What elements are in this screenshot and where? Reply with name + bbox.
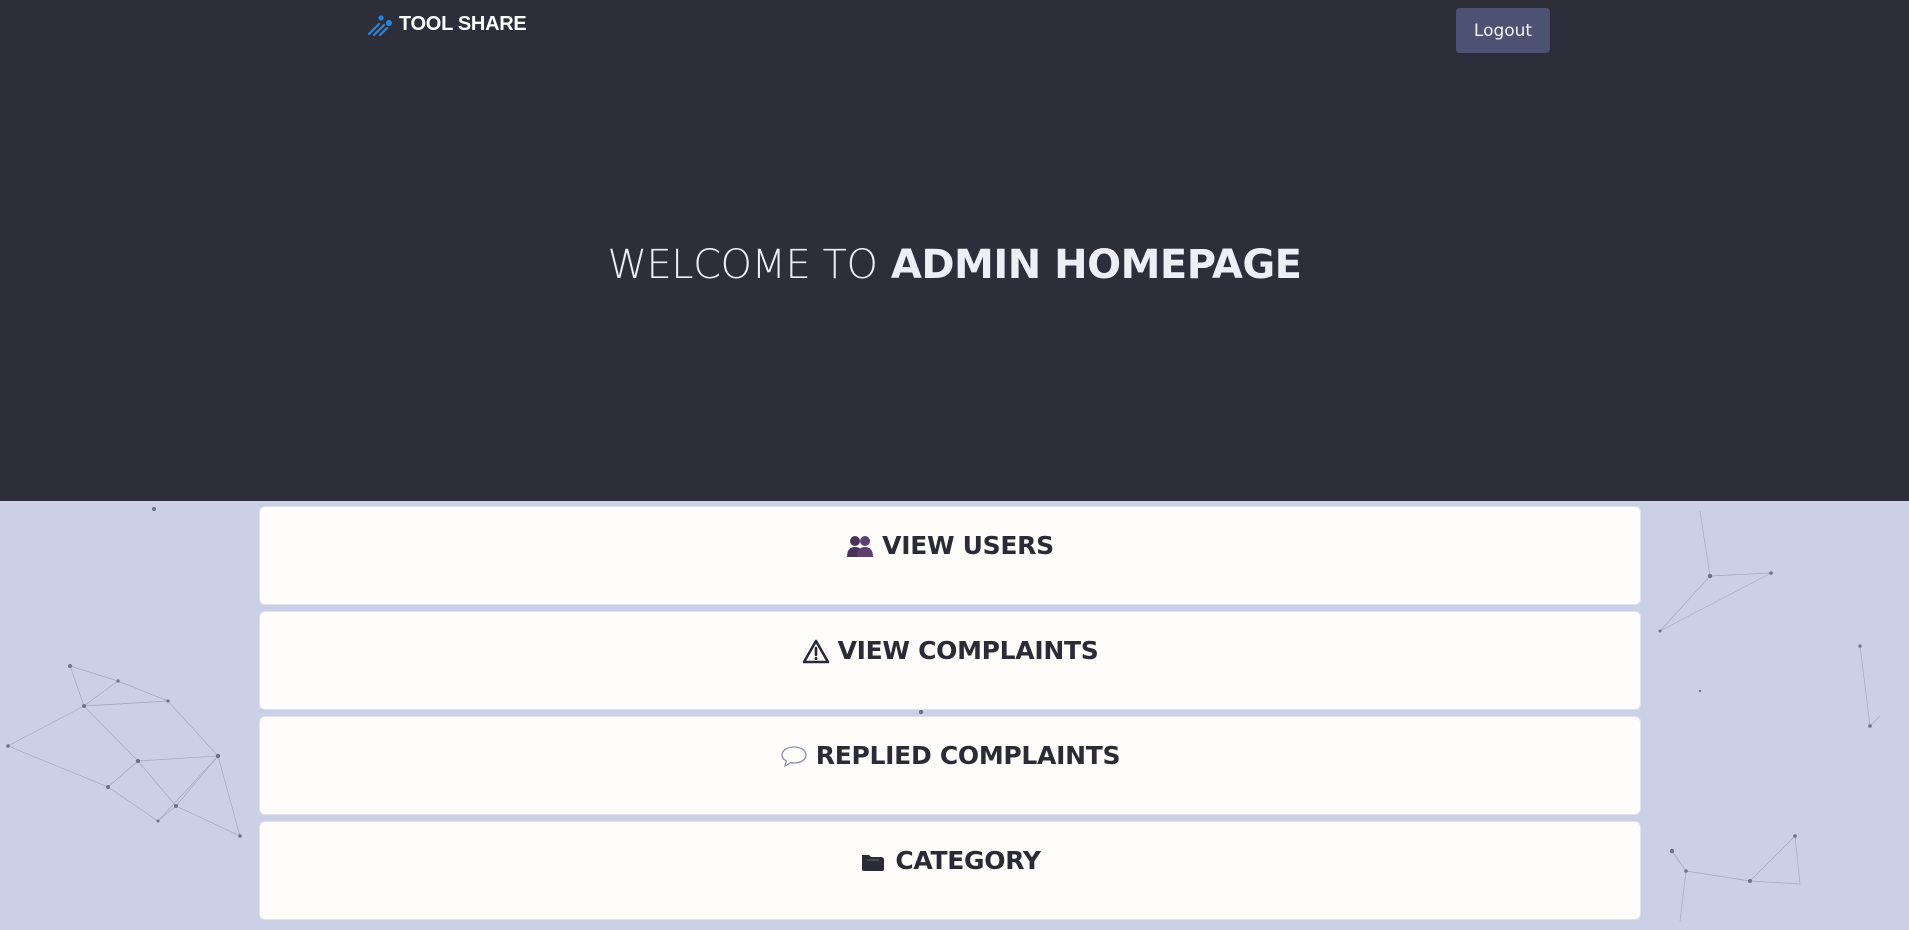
view-complaints-label: VIEW COMPLAINTS bbox=[837, 636, 1099, 665]
folder-icon bbox=[862, 854, 885, 871]
view-users-label: VIEW USERS bbox=[882, 531, 1054, 560]
page-title: WELCOME TO ADMIN HOMEPAGE bbox=[0, 238, 1909, 292]
warning-icon bbox=[802, 639, 829, 663]
welcome-emphasis: ADMIN HOMEPAGE bbox=[890, 242, 1302, 288]
users-icon bbox=[847, 535, 874, 557]
category-label: CATEGORY bbox=[895, 846, 1041, 875]
logout-button[interactable]: Logout bbox=[1456, 8, 1550, 53]
welcome-prefix: WELCOME TO bbox=[607, 242, 878, 288]
admin-menu: VIEW USERS VIEW COMPLAINTS REPLIED COMPL… bbox=[259, 506, 1641, 926]
hero-banner: TOOL SHARE Logout WELCOME TO ADMIN HOMEP… bbox=[0, 0, 1909, 501]
category-card[interactable]: CATEGORY bbox=[259, 821, 1641, 920]
brand-name: TOOL SHARE bbox=[399, 12, 527, 35]
replied-complaints-label: REPLIED COMPLAINTS bbox=[815, 741, 1121, 770]
view-users-card[interactable]: VIEW USERS bbox=[259, 506, 1641, 605]
view-complaints-card[interactable]: VIEW COMPLAINTS bbox=[259, 611, 1641, 710]
tool-share-logo-icon bbox=[367, 15, 392, 36]
brand-logo[interactable]: TOOL SHARE bbox=[367, 12, 527, 36]
replied-complaints-card[interactable]: REPLIED COMPLAINTS bbox=[259, 716, 1641, 815]
speech-bubble-icon bbox=[781, 745, 807, 767]
